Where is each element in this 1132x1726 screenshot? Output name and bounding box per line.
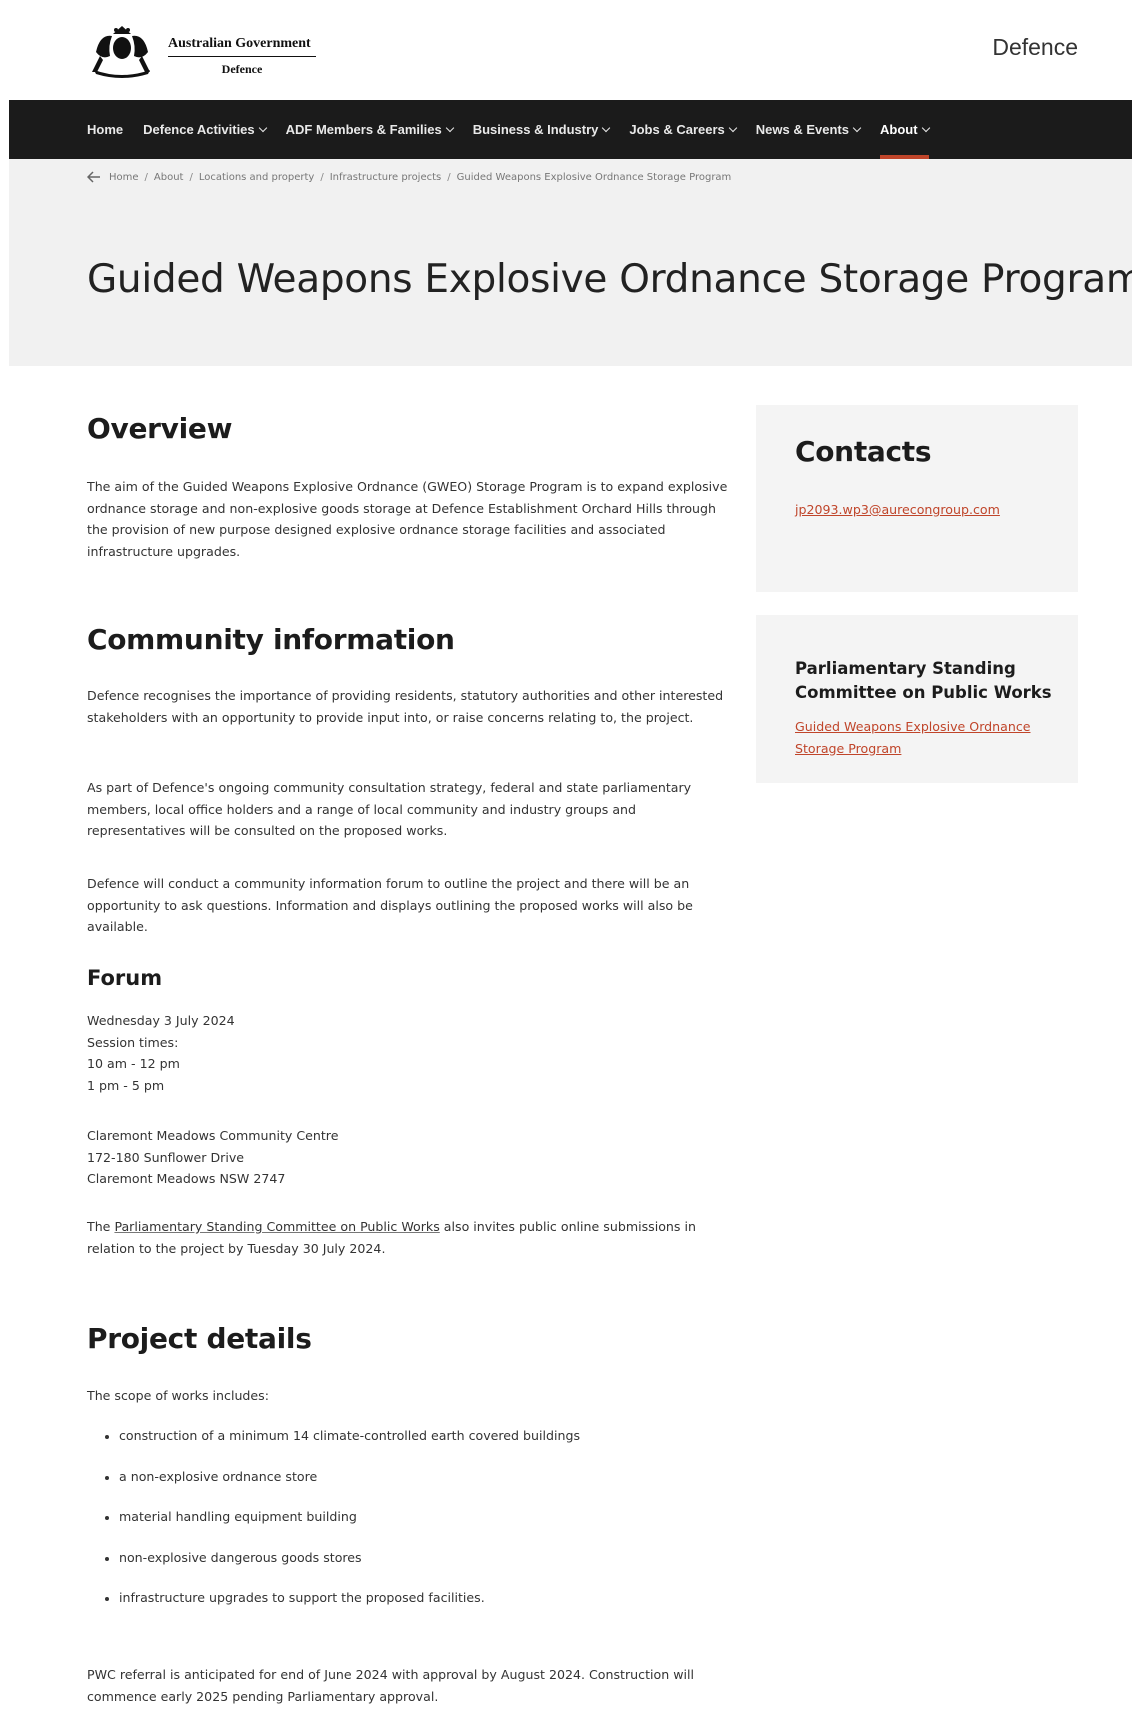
nav-item-business-industry[interactable]: Business & Industry [472, 100, 611, 159]
venue-suburb: Claremont Meadows NSW 2747 [87, 1171, 286, 1186]
pscpw-inline-link[interactable]: Parliamentary Standing Committee on Publ… [114, 1219, 439, 1234]
nav-item-defence-activities[interactable]: Defence Activities [143, 100, 267, 159]
breadcrumb-separator: / [189, 171, 193, 183]
chevron-down-icon [852, 123, 862, 132]
scope-intro: The scope of works includes: [87, 1388, 269, 1403]
pscpw-card: Parliamentary Standing Committee on Publ… [756, 615, 1078, 783]
chevron-down-icon [728, 123, 738, 132]
breadcrumb: Home / About / Locations and property / … [87, 171, 731, 183]
community-paragraph-1: Defence recognises the importance of pro… [87, 688, 724, 725]
breadcrumb-locations-property[interactable]: Locations and property [199, 172, 314, 183]
list-item: construction of a minimum 14 climate-con… [104, 1428, 580, 1469]
forum-session-2: 1 pm - 5 pm [87, 1077, 165, 1093]
nav-item-about[interactable]: About [879, 100, 930, 159]
chevron-down-icon [445, 123, 454, 132]
logo-divider [168, 56, 316, 57]
list-item: infrastructure upgrades to support the p… [104, 1590, 580, 1631]
main-nav: Home Defence Activities ADF Members & Fa… [9, 100, 1132, 159]
nav-label: ADF Members & Families [285, 122, 442, 137]
page-title: Guided Weapons Explosive Ordnance Storag… [87, 257, 1132, 302]
breadcrumb-home[interactable]: Home [109, 172, 139, 183]
venue-street: 172-180 Sunflower Drive [87, 1149, 245, 1165]
list-item: material handling equipment building [104, 1509, 580, 1550]
venue-name: Claremont Meadows Community Centre [87, 1128, 339, 1143]
nav-label: Business & Industry [472, 122, 599, 137]
chevron-down-icon [258, 123, 267, 132]
site-name[interactable]: Defence [992, 34, 1078, 61]
community-heading: Community information [87, 623, 455, 656]
nav-label: Defence Activities [143, 122, 255, 137]
overview-text: The aim of the Guided Weapons Explosive … [87, 479, 728, 559]
community-paragraph-2: As part of Defence's ongoing community c… [87, 780, 692, 838]
page-hero: Home / About / Locations and property / … [9, 159, 1132, 366]
breadcrumb-current: Guided Weapons Explosive Ordnance Storag… [456, 171, 732, 183]
submissions-paragraph: The Parliamentary Standing Committee on … [87, 1216, 737, 1259]
pwc-referral-text: PWC referral is anticipated for end of J… [87, 1667, 694, 1704]
forum-sessions-label: Session times: [87, 1034, 179, 1050]
list-item: non-explosive dangerous goods stores [104, 1550, 580, 1591]
chevron-down-icon [921, 123, 930, 132]
nav-label: About [879, 122, 918, 137]
project-details-heading: Project details [87, 1322, 312, 1355]
forum-date: Wednesday 3 July 2024 [87, 1013, 235, 1028]
pscpw-heading: Parliamentary Standing Committee on Publ… [795, 659, 1052, 702]
community-paragraph-3: Defence will conduct a community informa… [87, 876, 693, 934]
nav-label: News & Events [755, 122, 849, 137]
coat-of-arms-icon [92, 26, 150, 78]
overview-heading: Overview [87, 412, 233, 445]
nav-label: Home [87, 122, 124, 137]
contacts-heading: Contacts [795, 435, 932, 468]
nav-item-news-events[interactable]: News & Events [755, 100, 862, 159]
forum-details: Wednesday 3 July 2024 Session times: 10 … [87, 1010, 235, 1096]
gov-title: Australian Government [168, 36, 311, 51]
forum-heading: Forum [87, 966, 163, 990]
submissions-prefix: The [87, 1219, 115, 1234]
site-header: Australian Government Defence Defence [0, 0, 1132, 100]
australian-government-logo[interactable]: Australian Government Defence [86, 22, 316, 80]
breadcrumb-separator: / [144, 171, 148, 183]
breadcrumb-separator: / [320, 171, 324, 183]
gov-subtitle: Defence [221, 62, 263, 76]
forum-session-1: 10 am - 12 pm [87, 1056, 180, 1071]
breadcrumb-separator: / [447, 171, 451, 183]
nav-list: Home Defence Activities ADF Members & Fa… [87, 100, 930, 159]
nav-item-home[interactable]: Home [87, 100, 123, 159]
nav-item-jobs-careers[interactable]: Jobs & Careers [629, 100, 738, 159]
contact-email-link[interactable]: jp2093.wp3@aurecongroup.com [795, 499, 1015, 521]
nav-item-adf-members-families[interactable]: ADF Members & Families [285, 100, 454, 159]
nav-label: Jobs & Careers [629, 122, 725, 137]
chevron-down-icon [602, 123, 611, 132]
contacts-card: Contacts jp2093.wp3@aurecongroup.com [756, 405, 1078, 592]
forum-venue: Claremont Meadows Community Centre 172-1… [87, 1125, 338, 1190]
list-item: a non-explosive ordnance store [104, 1469, 580, 1510]
breadcrumb-infrastructure-projects[interactable]: Infrastructure projects [330, 172, 442, 183]
arrow-left-icon[interactable] [87, 171, 101, 183]
breadcrumb-about[interactable]: About [154, 172, 184, 183]
scope-list: construction of a minimum 14 climate-con… [104, 1428, 580, 1631]
pscpw-program-link[interactable]: Guided Weapons Explosive Ordnance Storag… [795, 716, 1055, 759]
